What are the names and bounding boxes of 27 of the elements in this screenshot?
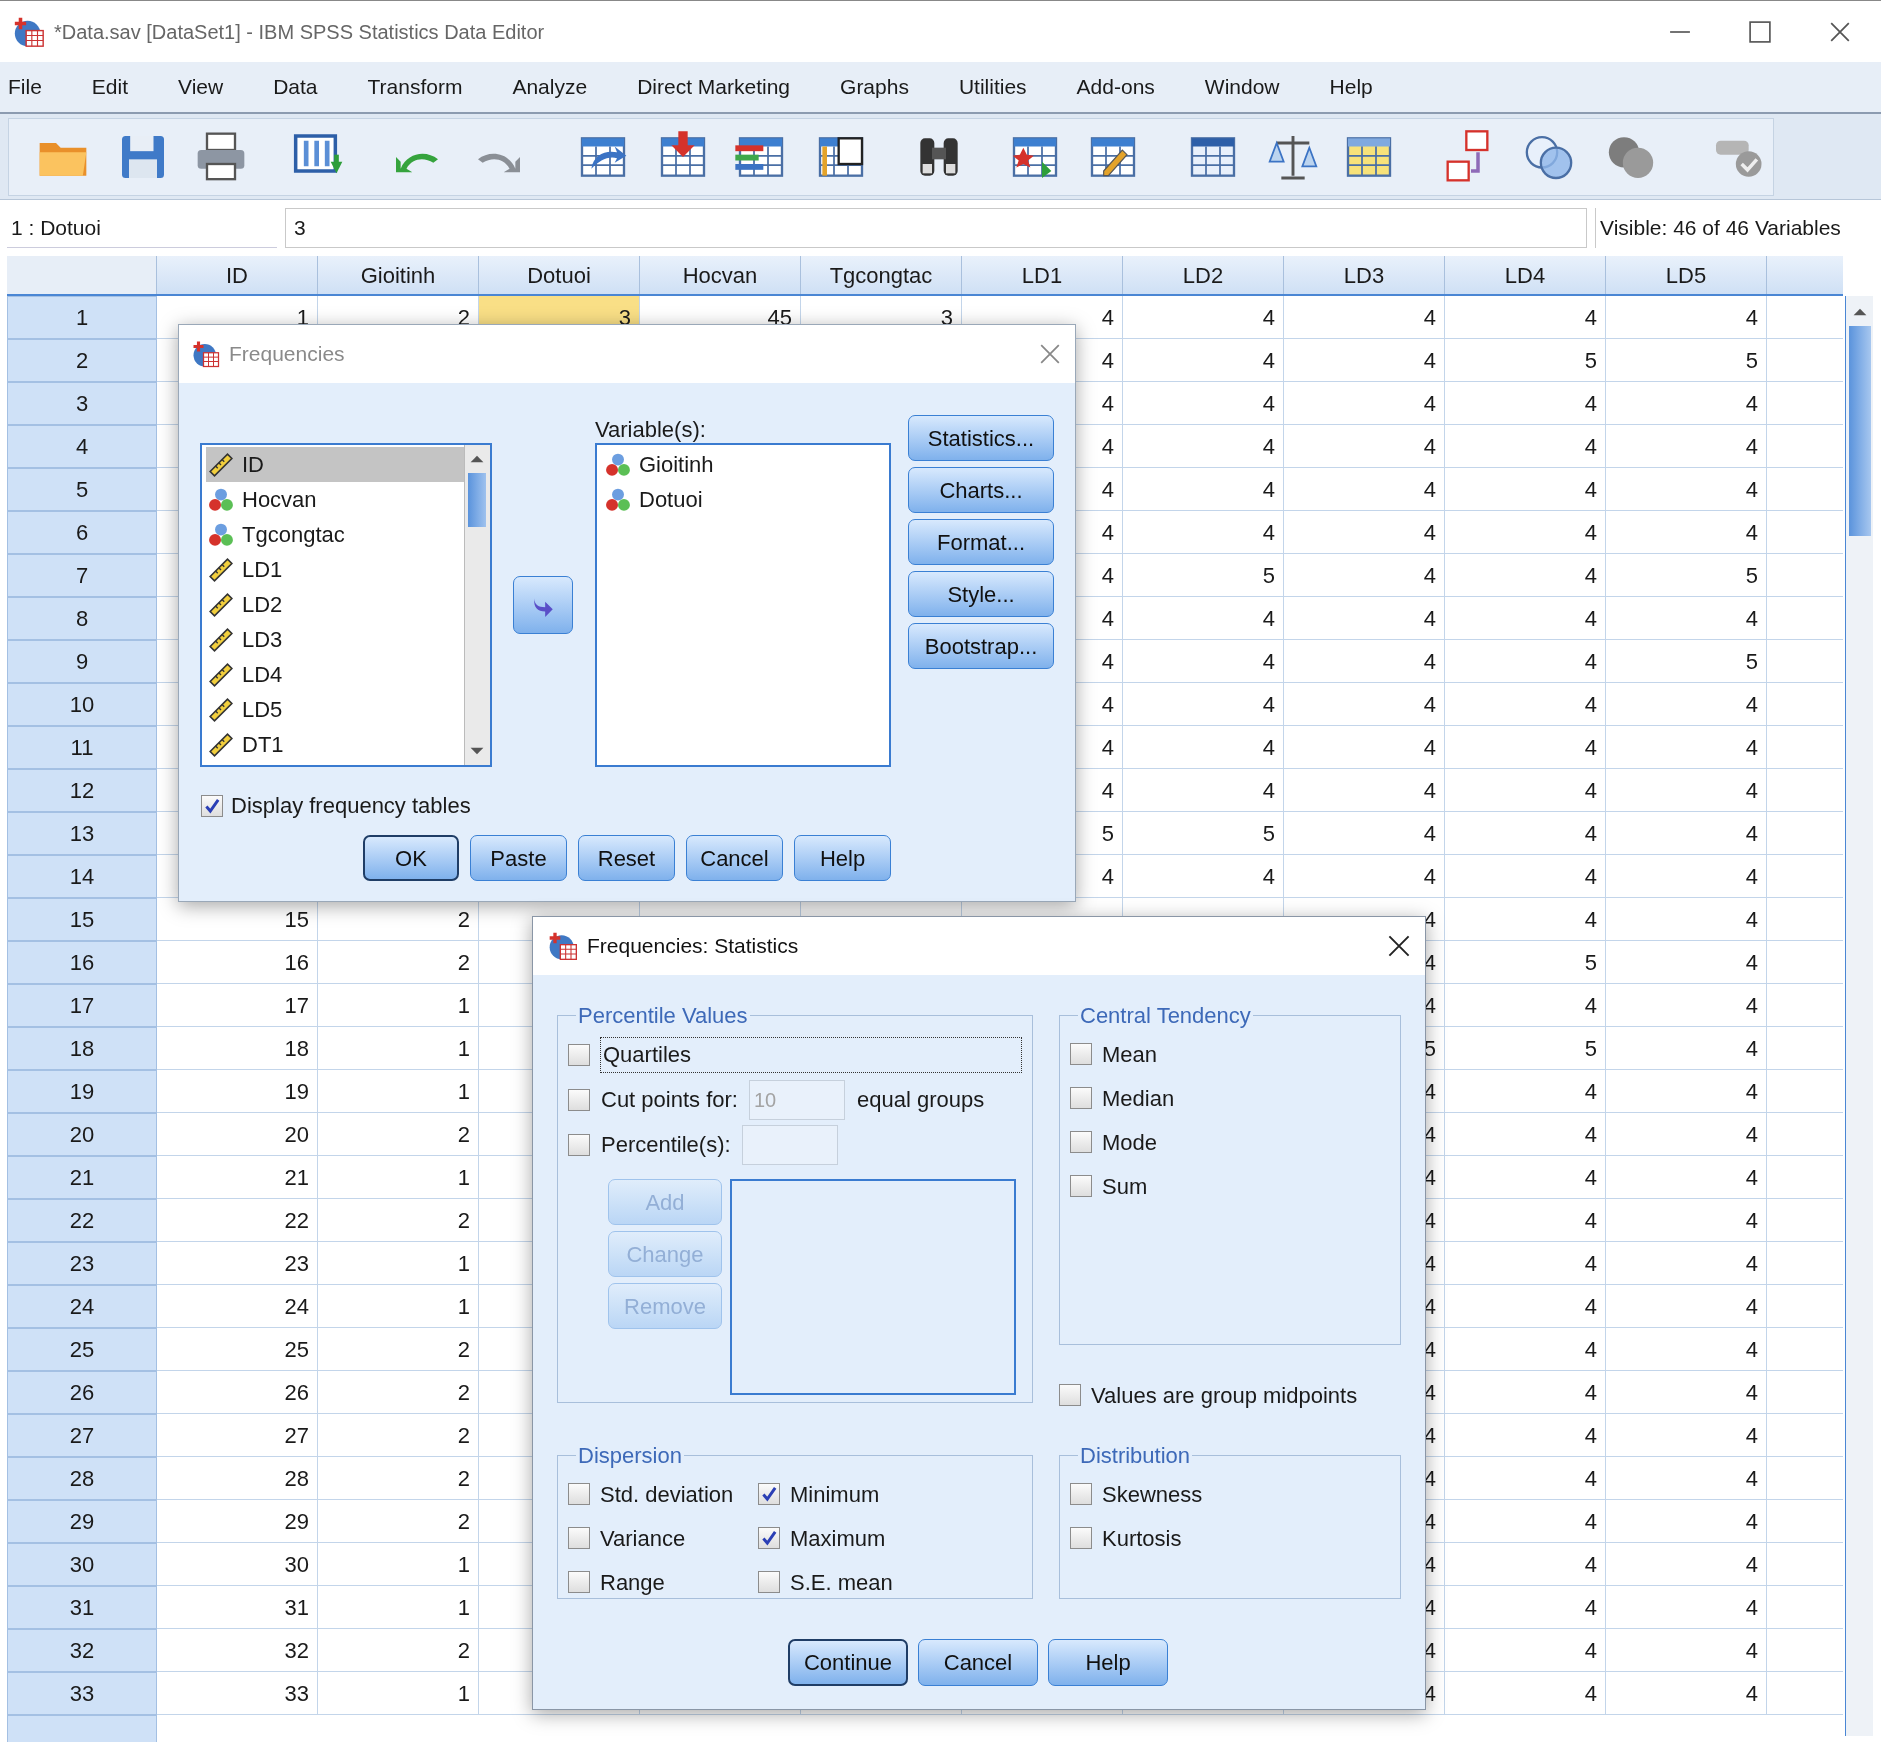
group-title: Central Tendency — [1079, 1002, 1252, 1030]
checkbox-label: Cut points for: — [600, 1086, 739, 1114]
group-title: Distribution — [1079, 1442, 1192, 1470]
checkbox-label: Percentile(s): — [600, 1131, 732, 1159]
dialog-title: Frequencies: Statistics — [587, 933, 799, 960]
group-title: Dispersion — [577, 1442, 683, 1470]
checkbox-label: Median — [1102, 1084, 1175, 1113]
checkbox-label: Variance — [600, 1524, 686, 1553]
checkbox-label: Values are group midpoints — [1091, 1381, 1358, 1410]
checkbox-label: S.E. mean — [790, 1568, 893, 1597]
checkbox-label: Std. deviation — [600, 1480, 734, 1509]
list-label: Variable(s): — [595, 417, 707, 443]
checkbox-label: Mode — [1102, 1128, 1158, 1157]
visible-variables-label: Visible: 46 of 46 Variables — [1595, 208, 1841, 248]
checkbox-label: Range — [600, 1568, 665, 1597]
checkbox-label: Kurtosis — [1102, 1524, 1182, 1553]
field-suffix: equal groups — [856, 1086, 985, 1114]
window-title: *Data.sav [DataSet1] - IBM SPSS Statistics Data Editor — [54, 19, 545, 45]
checkbox-label: Quartiles — [600, 1036, 1022, 1073]
dialog-title: Frequencies — [229, 341, 345, 368]
group-title: Percentile Values — [577, 1002, 749, 1030]
checkbox-label: Display frequency tables — [231, 792, 471, 820]
checkbox-label: Skewness — [1102, 1480, 1203, 1509]
checkbox-label: Sum — [1102, 1172, 1148, 1201]
checkbox-label: Minimum — [790, 1480, 880, 1509]
checkbox-label: Maximum — [790, 1524, 886, 1553]
checkbox-label: Mean — [1102, 1040, 1158, 1069]
